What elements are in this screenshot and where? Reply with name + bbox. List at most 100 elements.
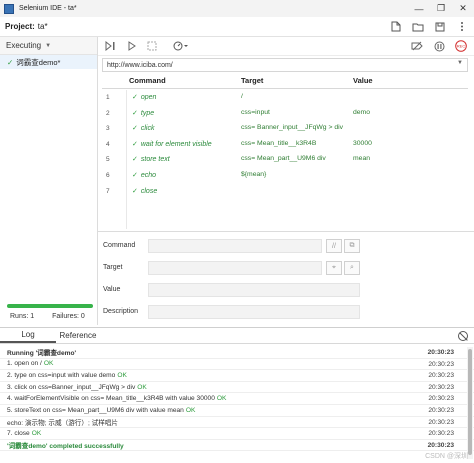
description-label: Description [103, 308, 139, 315]
command-label: Command [103, 242, 136, 249]
table-row[interactable]: 6 ✓ echo ${mean} [102, 168, 468, 184]
more-options-icon[interactable] [456, 20, 468, 33]
table-row[interactable]: 3 ✓ click css= Banner_input__JFqWg > div [102, 121, 468, 137]
row-target: css= Mean_part__U9M6 div [241, 155, 326, 163]
table-row[interactable]: 4 ✓ wait for element visible css= Mean_titl… [102, 137, 468, 153]
target-input[interactable] [148, 261, 322, 275]
chevron-down-icon: ▼ [45, 42, 52, 49]
minimize-button[interactable]: — [408, 0, 430, 17]
row-target: css=input [241, 108, 270, 116]
log-lines: Running '词霸查demo' 20:30:23 1. open on / OK 2… [0, 347, 474, 452]
project-actions [390, 20, 468, 33]
restore-button[interactable]: ❐ [430, 0, 452, 17]
sidebar-item-test[interactable]: ✓ 词霸查demo* [0, 55, 97, 69]
project-bar: Project: ta* [0, 17, 474, 37]
log-line: 1. open on / OK 20:30:23 [0, 359, 474, 371]
row-target: / [241, 93, 243, 100]
row-command-text: echo [140, 171, 157, 179]
table-row[interactable]: 1 ✓ open / [102, 90, 468, 106]
log-timestamp: 20:30:23 [428, 418, 454, 426]
test-sidebar: Executing ▼ ✓ 词霸查demo* Runs: 1 Failures:… [0, 37, 98, 325]
row-command: ✓ type [132, 109, 154, 117]
row-number: 1 [106, 94, 110, 101]
log-line: Running '词霸查demo' 20:30:23 [0, 347, 474, 359]
log-timestamp: 20:30:23 [427, 349, 454, 356]
log-line: 5. storeText on css= Mean_part__U9M6 div… [0, 405, 474, 417]
log-text: 1. open on / [7, 360, 42, 368]
pause-on-exceptions-icon[interactable] [432, 39, 446, 53]
new-project-icon[interactable] [390, 20, 402, 33]
run-current-test-icon[interactable] [126, 39, 138, 53]
record-icon[interactable]: REC [454, 39, 468, 53]
close-window-button[interactable]: ✕ [452, 0, 474, 17]
log-line: 2. type on css=input with value demo OK 20… [0, 370, 474, 382]
tab-reference[interactable]: Reference [56, 328, 100, 343]
step-over-icon[interactable] [146, 39, 158, 53]
row-number: 2 [106, 109, 110, 117]
base-url-input[interactable]: http://www.iciba.com/ ▼ [102, 58, 468, 72]
log-line: 7. close OK 20:30:23 [0, 428, 474, 440]
log-text: 5. storeText on css= Mean_part__U9M6 div… [7, 406, 184, 414]
command-editor: Command // ⧉ Target ⌖ ⌕ Value Descriptio… [98, 231, 474, 325]
window-title: Selenium IDE - ta* [19, 5, 77, 12]
table-row[interactable]: 2 ✓ type css=input demo [102, 106, 468, 122]
scrollbar-thumb[interactable] [468, 349, 472, 455]
log-timestamp: 20:30:23 [428, 395, 454, 403]
check-icon: ✓ [132, 187, 138, 195]
row-command: ✓ store text [132, 155, 170, 163]
row-value: mean [353, 155, 371, 163]
sidebar-header[interactable]: Executing ▼ [0, 37, 97, 55]
log-timestamp: 20:30:23 [428, 383, 454, 391]
title-bar: Selenium IDE - ta* — ❐ ✕ [0, 0, 474, 17]
project-name[interactable]: ta* [38, 22, 48, 31]
command-input[interactable] [148, 239, 322, 253]
find-target-icon[interactable]: ⌕ [344, 261, 360, 275]
command-rows: 1 ✓ open/2 ✓ type css=input demo 3 ✓ click css= Ba… [102, 90, 468, 199]
log-panel: Log Reference Running '词霸查demo' 20:30:23 1… [0, 327, 474, 463]
clear-log-icon[interactable] [458, 331, 468, 341]
failures-count: Failures: 0 [52, 313, 85, 320]
log-text: 2. type on css=input with value demo [7, 371, 116, 379]
log-ok: OK [137, 383, 147, 391]
row-target: css= Mean_title__k3R4B [241, 139, 317, 147]
column-header-command: Command [129, 76, 166, 85]
open-reference-icon[interactable]: ⧉ [344, 239, 360, 253]
value-input[interactable] [148, 283, 360, 297]
runs-count: Runs: 1 [10, 313, 35, 320]
speed-icon[interactable] [172, 39, 190, 53]
disable-breakpoints-icon[interactable] [410, 39, 424, 53]
table-row[interactable]: 7 ✓ close [102, 184, 468, 200]
svg-text:REC: REC [457, 44, 466, 49]
description-input[interactable] [148, 305, 360, 319]
row-command-text: type [140, 109, 155, 117]
table-row[interactable]: 5 ✓ store text css= Mean_part__U9M6 div mean [102, 152, 468, 168]
row-command: ✓ echo [132, 171, 156, 179]
run-stats: Runs: 1 Failures: 0 [10, 313, 85, 320]
row-number: 3 [106, 125, 110, 133]
window-controls: — ❐ ✕ [408, 0, 474, 17]
open-project-icon[interactable] [412, 20, 424, 33]
run-progress-bar [7, 304, 93, 308]
toggle-comment-icon[interactable]: // [326, 239, 342, 253]
row-target: ${mean} [241, 170, 267, 178]
row-value: 30000 [353, 139, 372, 147]
row-command-text: close [140, 187, 158, 195]
base-url-value: http://www.iciba.com/ [107, 61, 173, 69]
log-ok: OK [31, 429, 42, 437]
log-text: '词霸查demo' completed successfully [7, 443, 124, 451]
select-target-icon[interactable]: ⌖ [326, 261, 342, 275]
check-icon: ✓ [132, 140, 138, 148]
row-command: ✓ click [132, 124, 155, 132]
save-project-icon[interactable] [434, 20, 446, 33]
run-all-tests-icon[interactable] [104, 39, 118, 53]
log-ok: OK [185, 406, 196, 414]
watermark: CSDN @深圳 [425, 453, 468, 460]
sidebar-item-label: 词霸查demo* [16, 57, 61, 67]
log-scrollbar[interactable] [467, 347, 473, 459]
row-command: ✓ close [132, 187, 157, 195]
row-command: ✓ open [132, 93, 156, 101]
row-value: demo [353, 108, 371, 116]
row-number: 7 [106, 187, 110, 195]
chevron-down-icon[interactable]: ▼ [457, 60, 463, 66]
tab-log[interactable]: Log [0, 328, 56, 343]
